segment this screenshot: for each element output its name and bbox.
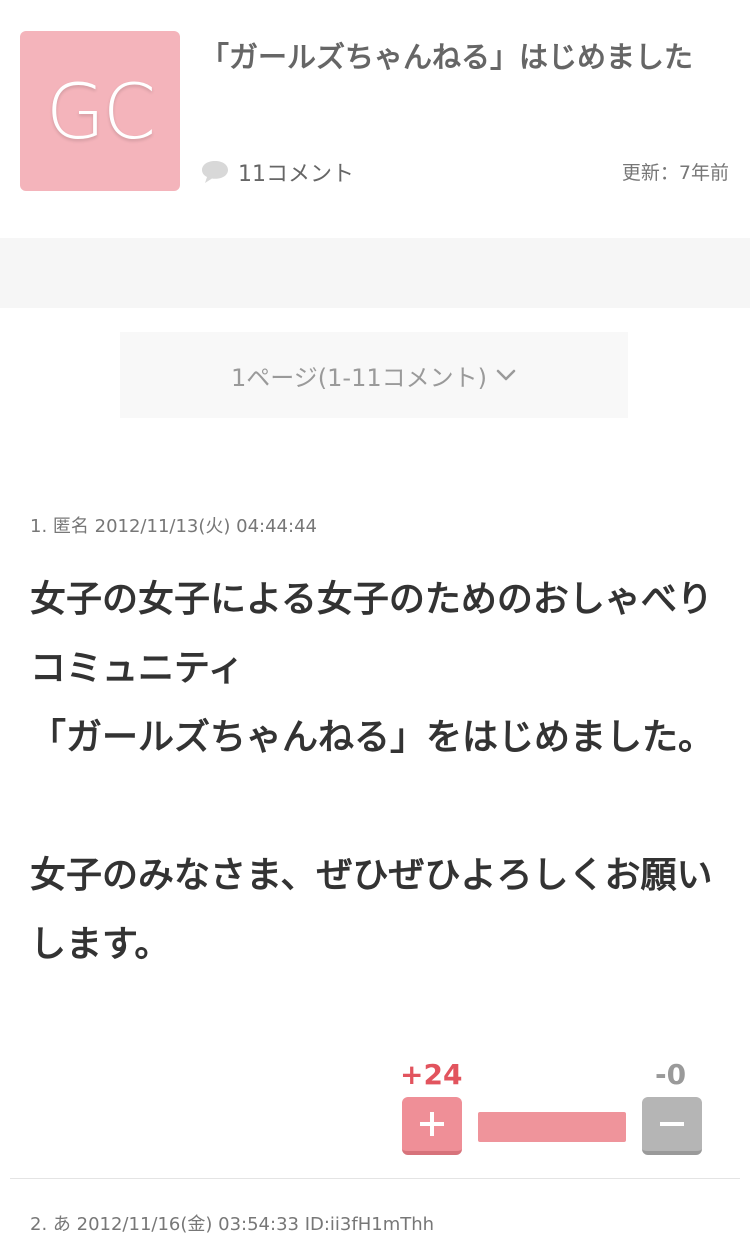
comment-count: 11コメント (200, 156, 354, 188)
plus-vote-button[interactable] (402, 1097, 462, 1155)
comment-meta: 2. あ 2012/11/16(金) 03:54:33 ID:ii3fH1mTh… (30, 1214, 435, 1235)
logo-text: GC (46, 66, 156, 156)
vote-ratio-fill (478, 1112, 626, 1142)
minus-vote-count: -0 (655, 1058, 687, 1091)
thread-title: 「ガールズちゃんねる」はじめました (200, 40, 694, 74)
plus-vote-count: +24 (400, 1058, 463, 1091)
vote-ratio-bar (478, 1112, 626, 1142)
ad-space (0, 238, 750, 308)
updated-time: 更新：7年前 (621, 162, 729, 184)
thread-header: GC 「ガールズちゃんねる」はじめました 11コメント 更新：7年前 (0, 0, 750, 238)
comment-meta: 1. 匿名 2012/11/13(火) 04:44:44 (30, 516, 317, 537)
page-selector-label: 1ページ(1-11コメント) (231, 363, 487, 392)
chevron-down-icon (496, 369, 516, 381)
minus-vote-button[interactable] (642, 1097, 702, 1155)
speech-bubble-icon (202, 161, 228, 183)
site-logo[interactable]: GC (20, 31, 180, 191)
comment-body: 女子の女子による女子のためのおしゃべりコミュニティ 「ガールズちゃんねる」をはじ… (30, 579, 715, 965)
page-selector[interactable]: 1ページ(1-11コメント) (120, 332, 628, 418)
minus-icon (660, 1122, 684, 1126)
comment-divider (10, 1178, 740, 1179)
comment-count-label: 11コメント (238, 162, 354, 187)
plus-icon (420, 1112, 444, 1136)
